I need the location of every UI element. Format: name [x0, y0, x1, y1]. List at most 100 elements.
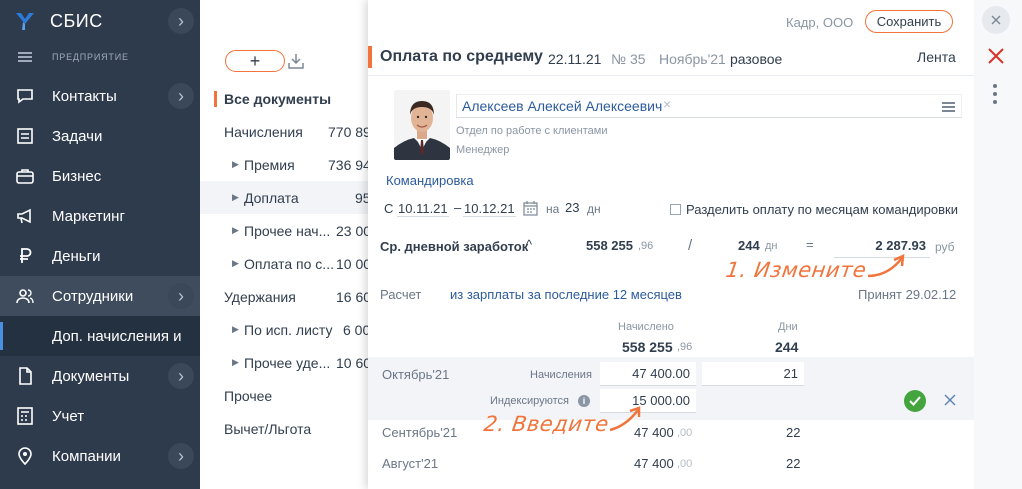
filter-writ[interactable]: ▶ По исп. листу 6 00 — [200, 313, 368, 346]
period-from-input[interactable]: 10.11.21 — [397, 201, 449, 217]
business-trip-link[interactable]: Командировка — [386, 173, 474, 188]
sidebar-item-employees[interactable]: Сотрудники › — [0, 276, 200, 316]
filter-sum: 23 00 — [336, 222, 368, 239]
save-button[interactable]: Сохранить — [865, 10, 953, 33]
split-payment-checkbox[interactable] — [670, 204, 681, 215]
calendar-icon[interactable] — [523, 200, 538, 216]
sidebar-item-business[interactable]: Бизнес — [0, 156, 200, 196]
expand-triangle-icon[interactable]: ▶ — [232, 225, 239, 236]
expand-triangle-icon[interactable]: ▶ — [232, 357, 239, 368]
divider — [368, 75, 974, 76]
menu-icon[interactable] — [18, 50, 32, 64]
sidebar-item-accounting[interactable]: Учет — [0, 396, 200, 436]
list-menu-icon[interactable] — [942, 100, 955, 114]
row-days[interactable]: 22 — [786, 456, 800, 471]
employee-department: Отдел по работе с клиентами — [456, 125, 608, 137]
row-days[interactable]: 22 — [786, 425, 800, 440]
document-month[interactable]: Ноябрь'21 — [659, 51, 726, 67]
download-icon[interactable] — [286, 51, 306, 71]
expand-triangle-icon[interactable]: ▶ — [232, 159, 239, 170]
confirm-check-icon[interactable] — [904, 390, 926, 412]
ruble-icon — [14, 245, 36, 267]
row-accrued[interactable]: 47 400 — [634, 456, 674, 471]
chevron-right-icon[interactable]: › — [168, 83, 194, 109]
total-days: 244 — [775, 339, 799, 355]
filter-other[interactable]: Прочее — [200, 379, 368, 412]
split-payment-label[interactable]: Разделить оплату по месяцам командировки — [686, 202, 958, 217]
sidebar-item-companies[interactable]: Компании › — [0, 436, 200, 476]
chevron-right-icon[interactable]: › — [168, 283, 194, 309]
briefcase-icon — [14, 165, 36, 187]
row-accrued-cents: ,00 — [677, 427, 693, 439]
expand-triangle-icon[interactable]: ▶ — [232, 192, 239, 203]
expand-triangle-icon[interactable]: ▶ — [232, 258, 239, 269]
average-earnings-label[interactable]: Ср. дневной заработок — [380, 239, 528, 254]
filter-sum: 95 — [355, 189, 368, 206]
sidebar-item-label: Документы — [52, 367, 130, 385]
average-days-unit: дн — [765, 240, 778, 252]
calculation-label: Расчет — [380, 287, 422, 302]
document-number[interactable]: 35 — [630, 51, 646, 67]
selected-indicator — [214, 91, 217, 107]
sbis-logo-icon[interactable] — [14, 10, 36, 32]
sidebar-item-contacts[interactable]: Контакты › — [0, 76, 200, 116]
brand-name[interactable]: СБИС — [50, 11, 103, 32]
add-button[interactable]: + — [225, 50, 285, 72]
dialog-title: Оплата по среднему — [380, 48, 543, 65]
filter-label: Премия — [244, 156, 295, 173]
filter-average-pay[interactable]: ▶ Оплата по с... 10 00 — [200, 247, 368, 280]
filter-deductions[interactable]: Удержания 16 60 — [200, 280, 368, 313]
accrued-input[interactable]: 47 400.00 — [600, 362, 696, 386]
filter-all-documents[interactable]: Все документы — [200, 82, 368, 115]
filter-bonus[interactable]: ▶ Премия 736 94 — [200, 148, 368, 181]
employee-avatar[interactable] — [394, 90, 450, 160]
delete-x-icon[interactable] — [986, 46, 1006, 66]
filter-other-accruals[interactable]: ▶ Прочее нач... 23 00 — [200, 214, 368, 247]
sidebar-expand-chevron-icon[interactable]: › — [168, 8, 194, 34]
filter-label: По исп. листу — [244, 321, 333, 338]
filter-extra-pay[interactable]: ▶ Доплата 95 — [200, 181, 368, 214]
sidebar-item-label: Маркетинг — [52, 207, 125, 225]
sidebar-item-label: Учет — [52, 407, 85, 425]
sidebar-item-money[interactable]: Деньги — [0, 236, 200, 276]
filter-accruals[interactable]: Начисления 770 89 — [200, 115, 368, 148]
employee-field[interactable]: Алексеев Алексей Алексеевич × — [456, 94, 962, 118]
organization-name[interactable]: Кадр, ООО — [786, 15, 853, 30]
more-options-icon[interactable] — [993, 84, 999, 108]
sidebar-item-documents[interactable]: Документы › — [0, 356, 200, 396]
trip-days[interactable]: 23 — [565, 200, 579, 215]
document-date[interactable]: 22.11.21 — [548, 51, 601, 67]
filter-label: Удержания — [224, 288, 296, 305]
sidebar-item-tasks[interactable]: Задачи — [0, 116, 200, 156]
average-sum-cents: ,96 — [638, 240, 654, 252]
calculation-method-link[interactable]: из зарплаты за последние 12 месяцев — [450, 287, 682, 302]
row-month: Сентябрь'21 — [382, 425, 458, 440]
payment-type[interactable]: разовое — [730, 51, 782, 67]
info-icon[interactable]: i — [578, 395, 590, 407]
employee-name[interactable]: Алексеев Алексей Алексеевич — [462, 98, 662, 114]
section-label: ПРЕДПРИЯТИЕ — [52, 52, 129, 62]
average-pay-dialog: Кадр, ООО Сохранить Оплата по среднему 2… — [368, 0, 974, 489]
days-input[interactable]: 21 — [702, 362, 804, 386]
total-accrued: 558 255 — [622, 339, 673, 355]
filter-deduction-benefit[interactable]: Вычет/Льгота — [200, 412, 368, 445]
sidebar-item-label: Компании — [52, 447, 121, 465]
feed-link[interactable]: Лента — [917, 49, 956, 65]
filter-other-deductions[interactable]: ▶ Прочее уде... 10 60 — [200, 346, 368, 379]
close-icon[interactable] — [982, 6, 1010, 34]
chevron-up-icon[interactable]: ^ — [526, 237, 532, 252]
period-to-input[interactable]: 10.12.21 — [463, 201, 516, 217]
sidebar-item-marketing[interactable]: Маркетинг — [0, 196, 200, 236]
cancel-x-icon[interactable] — [943, 393, 957, 407]
currency-label: руб — [935, 240, 955, 254]
chat-bubble-icon — [14, 85, 36, 107]
chevron-right-icon[interactable]: › — [168, 363, 194, 389]
clear-icon[interactable]: × — [663, 96, 671, 112]
sidebar-subitem-extra-accruals[interactable]: Доп. начисления и — [0, 316, 200, 356]
average-sum: 558 255 — [586, 238, 633, 253]
employee-position: Менеджер — [456, 144, 510, 156]
sidebar: СБИС › ПРЕДПРИЯТИЕ Контакты › Задачи Биз… — [0, 0, 200, 489]
chevron-right-icon[interactable]: › — [168, 443, 194, 469]
title-accent-bar — [368, 46, 372, 68]
expand-triangle-icon[interactable]: ▶ — [232, 324, 239, 335]
